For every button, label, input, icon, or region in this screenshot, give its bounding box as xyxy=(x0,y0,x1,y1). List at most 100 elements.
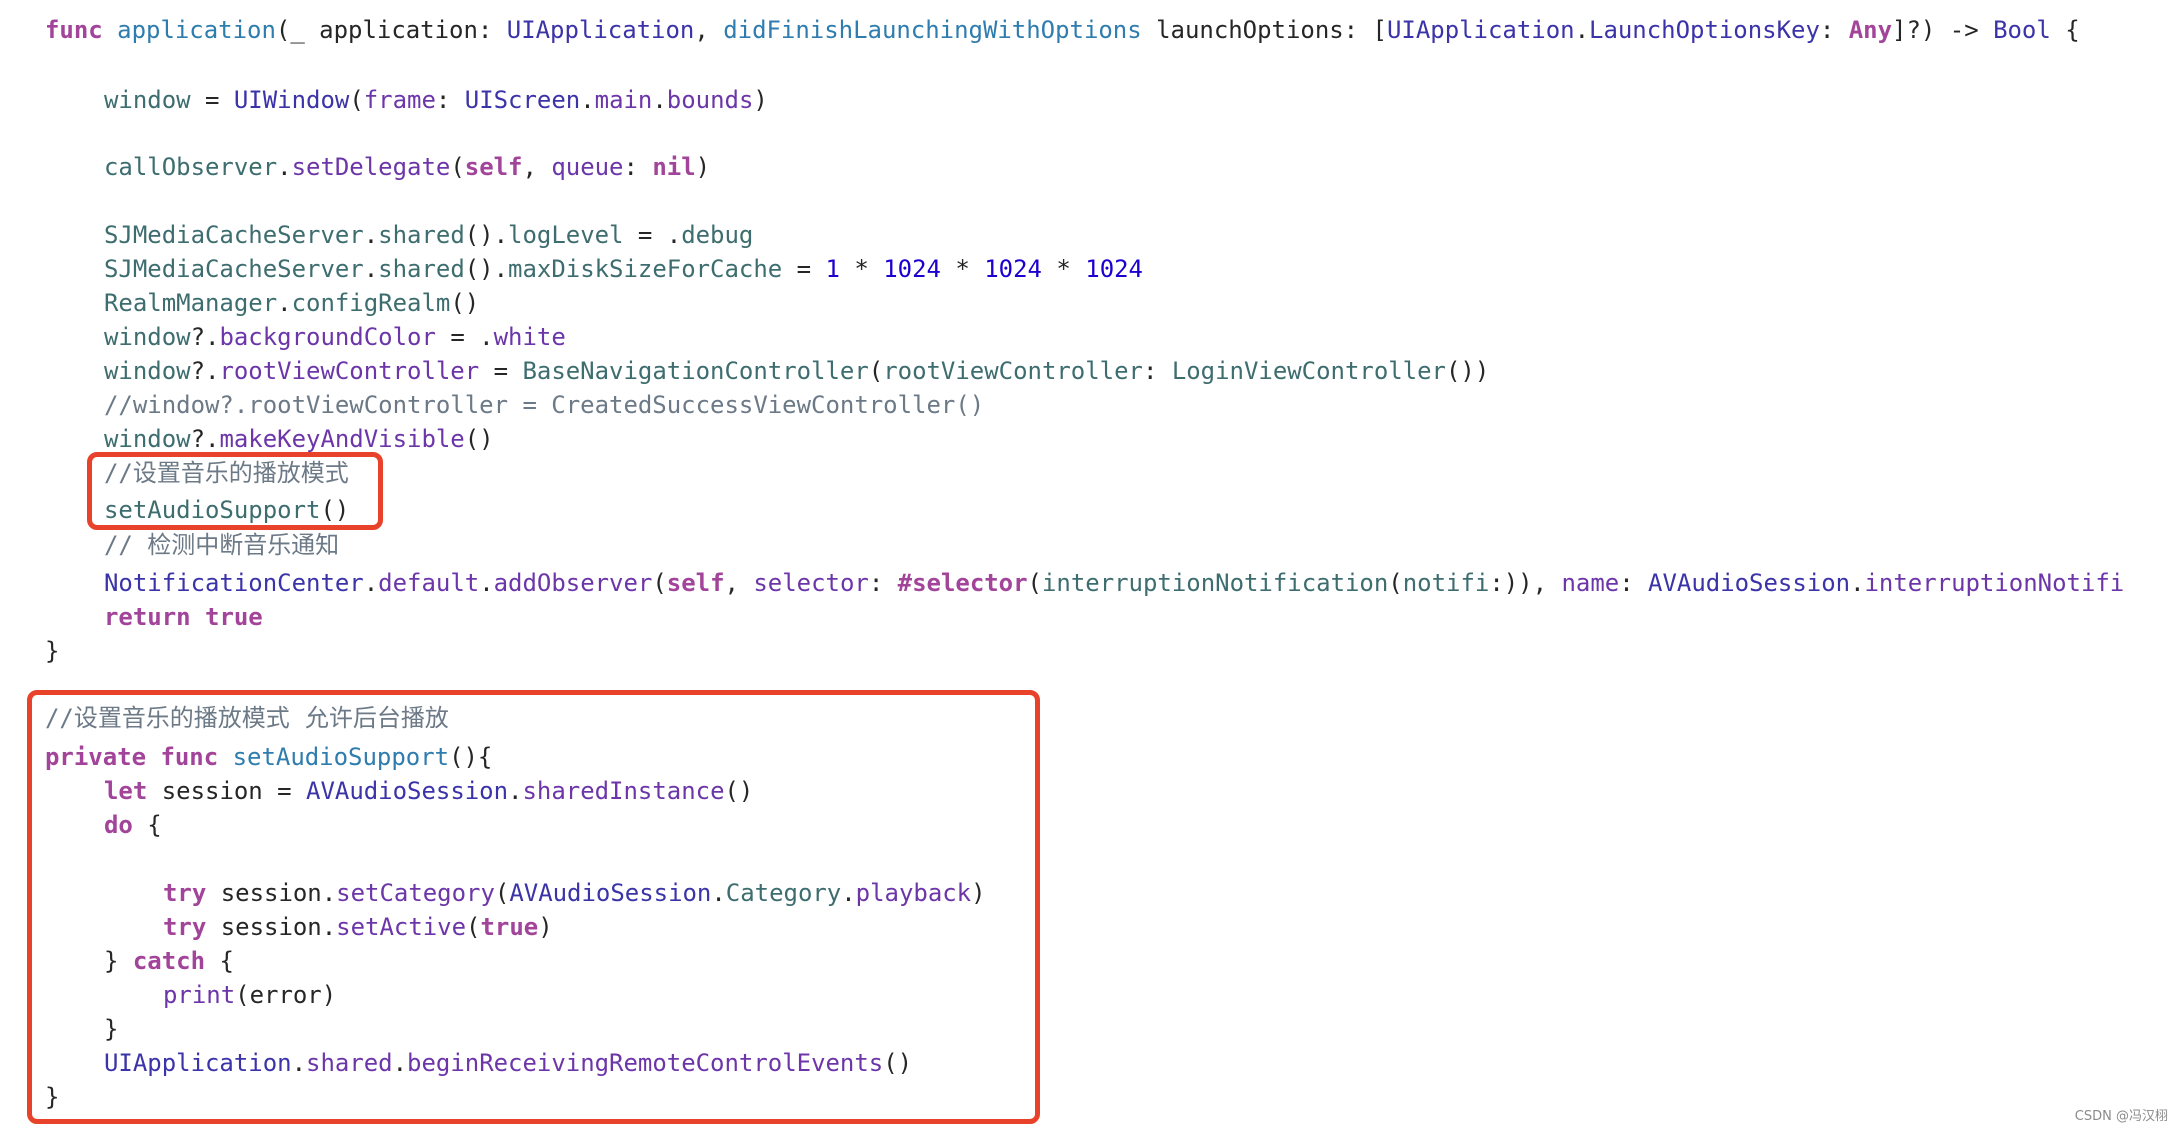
code-token-plain: ?. xyxy=(190,323,220,351)
code-token-type: LaunchOptionsKey xyxy=(1589,16,1820,44)
code-token-plain: launchOptions: [ xyxy=(1141,16,1387,44)
code-token-plain: . xyxy=(363,255,379,283)
code-token-mem: bounds xyxy=(666,86,754,114)
code-token-plain: (_ application: xyxy=(275,16,507,44)
code-token-kw: Any xyxy=(1848,16,1893,44)
code-token-kw: nil xyxy=(652,153,696,181)
code-token-type: UIScreen xyxy=(464,86,581,114)
code-token-mem: selector xyxy=(753,569,869,597)
code-token-plain: . xyxy=(363,569,379,597)
code-token-proj: window xyxy=(104,323,191,351)
code-token-plain: ]?) -> xyxy=(1892,16,1994,44)
code-token-plain: * xyxy=(940,255,985,283)
code-token-proj: window xyxy=(104,357,191,385)
code-token-num: 1024 xyxy=(1085,255,1143,283)
code-token-plain: . xyxy=(1574,16,1590,44)
code-line: window = UIWindow(frame: UIScreen.main.b… xyxy=(104,83,768,117)
code-token-kw: #selector xyxy=(897,569,1028,597)
code-token-plain: , xyxy=(724,569,754,597)
code-token-type: AVAudioSession xyxy=(1648,569,1851,597)
code-token-mem: white xyxy=(493,323,566,351)
code-token-plain: () xyxy=(450,289,480,317)
code-token-plain: ( xyxy=(1027,569,1042,597)
highlight-box-set-audio-function xyxy=(27,690,1040,1124)
code-token-type: Bool xyxy=(1993,16,2051,44)
code-token-cmt: // xyxy=(104,531,148,559)
code-token-plain: . xyxy=(277,153,292,181)
code-token-type: NotificationCenter xyxy=(104,569,364,597)
highlight-box-set-audio-call xyxy=(87,452,383,530)
code-token-mem: frame xyxy=(363,86,436,114)
code-token-plain: ?. xyxy=(190,357,220,385)
code-token-proj: LoginViewController xyxy=(1171,357,1446,385)
code-token-mem: queue xyxy=(551,153,624,181)
code-token-plain: , xyxy=(694,16,724,44)
code-token-proj: window xyxy=(104,425,191,453)
code-token-num: 1 xyxy=(825,255,840,283)
code-token-proj: configRealm xyxy=(291,289,451,317)
code-line: SJMediaCacheServer.shared().maxDiskSizeF… xyxy=(104,252,1143,286)
code-token-plain: ( xyxy=(450,153,465,181)
code-token-plain: = xyxy=(782,255,826,283)
code-token-plain: :)), xyxy=(1489,569,1562,597)
code-token-plain: (). xyxy=(464,255,509,283)
code-token-proj: BaseNavigationController xyxy=(522,357,869,385)
code-token-proj: debug xyxy=(681,221,754,249)
code-token-plain: . xyxy=(652,86,667,114)
code-token-plain: ) xyxy=(753,86,768,114)
code-token-plain: . xyxy=(479,569,494,597)
code-line: SJMediaCacheServer.shared().logLevel = .… xyxy=(104,218,753,252)
code-token-decl: application xyxy=(117,16,276,44)
code-token-proj: shared xyxy=(378,221,465,249)
code-token-proj: logLevel xyxy=(508,221,624,249)
code-token-type: UIApplication xyxy=(1386,16,1575,44)
code-token-proj: SJMediaCacheServer xyxy=(104,221,364,249)
code-token-plain: . xyxy=(277,289,292,317)
code-token-plain: () xyxy=(464,425,494,453)
code-token-kw: func xyxy=(45,16,103,44)
code-token-kw: return xyxy=(104,603,191,631)
code-token-plain: ( xyxy=(868,357,884,385)
code-token-plain: = xyxy=(190,86,234,114)
code-token-plain: = . xyxy=(623,221,682,249)
code-token-proj: callObserver xyxy=(104,153,278,181)
code-token-plain: . xyxy=(363,221,379,249)
code-token-proj: window xyxy=(104,86,191,114)
code-token-plain: } xyxy=(45,637,60,665)
code-token-mem: interruptionNotifi xyxy=(1864,569,2125,597)
code-token-proj: shared xyxy=(378,255,465,283)
code-token-plain: ?. xyxy=(190,425,220,453)
code-token-proj: SJMediaCacheServer xyxy=(104,255,364,283)
code-line: func application(_ application: UIApplic… xyxy=(45,13,2080,47)
code-token-plain: ( xyxy=(349,86,364,114)
code-token-plain: (). xyxy=(464,221,509,249)
code-token-plain: : xyxy=(1142,357,1172,385)
code-line: //window?.rootViewController = CreatedSu… xyxy=(104,388,984,422)
code-token-proj: RealmManager xyxy=(104,289,278,317)
code-token-plain: : xyxy=(1619,569,1649,597)
code-token-kw: self xyxy=(464,153,523,181)
code-token-mem: backgroundColor xyxy=(219,323,436,351)
code-token-plain: : xyxy=(435,86,465,114)
code-token-type: UIWindow xyxy=(233,86,350,114)
code-token-type: UIApplication xyxy=(506,16,695,44)
code-token-cmt-cjk: 检测中断音乐通知 xyxy=(147,531,340,559)
code-token-proj: rootViewController xyxy=(883,357,1143,385)
code-line: // 检测中断音乐通知 xyxy=(104,528,339,562)
code-line: NotificationCenter.default.addObserver(s… xyxy=(104,566,2124,600)
code-token-plain: { xyxy=(2050,16,2080,44)
code-token-plain: = xyxy=(479,357,523,385)
code-line: window?.makeKeyAndVisible() xyxy=(104,422,494,456)
code-token-decl: didFinishLaunchingWithOptions xyxy=(723,16,1142,44)
code-line: window?.backgroundColor = .white xyxy=(104,320,566,354)
code-token-mem: name xyxy=(1561,569,1620,597)
code-token-mem: setDelegate xyxy=(291,153,451,181)
code-token-plain: ()) xyxy=(1445,357,1490,385)
code-line: callObserver.setDelegate(self, queue: ni… xyxy=(104,150,710,184)
code-token-plain: : xyxy=(1819,16,1849,44)
code-line: window?. rootViewController = BaseNavigat… xyxy=(104,354,1489,388)
code-token-plain: ( xyxy=(652,569,667,597)
code-token-proj: maxDiskSizeForCache xyxy=(508,255,783,283)
